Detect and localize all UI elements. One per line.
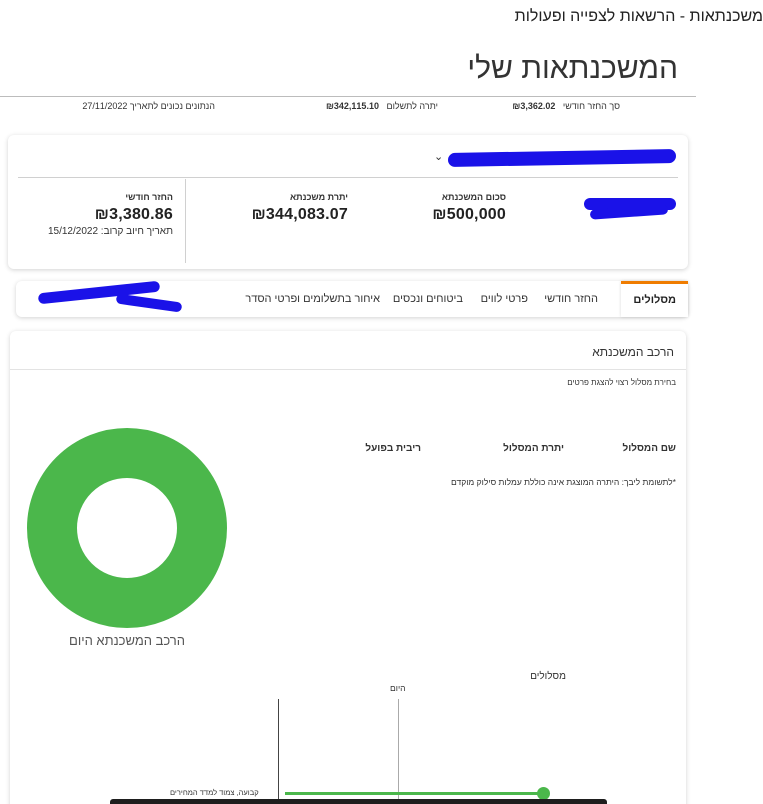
donut-caption: הרכב המשכנתא היום (69, 633, 185, 648)
loan-selector[interactable]: ⌄ (428, 141, 678, 171)
summary-balance-label: יתרה לתשלום (386, 101, 438, 111)
tracks-title: מסלולים (530, 671, 566, 682)
col-effective-rate: ריבית בפועל (365, 443, 421, 454)
composition-donut-chart[interactable] (27, 428, 227, 628)
summary-balance-value: ₪342,115.10 (325, 101, 379, 111)
col-track-name: שם המסלול (622, 443, 677, 454)
timeline-today-line (398, 699, 399, 804)
stat-remaining: יתרת משכנתא ₪344,083.07 (252, 192, 348, 224)
donut-segment-track[interactable] (27, 428, 227, 628)
tab-tracks[interactable]: מסלולים (621, 281, 688, 317)
summary-monthly-label: סך החזר חודשי (562, 101, 620, 111)
summary-balance: יתרה לתשלום ₪342,115.10 (326, 101, 438, 111)
track-timeline-bar[interactable] (285, 792, 547, 795)
track-row-label: קבועה, צמוד למדד המחירים (170, 788, 259, 797)
stat-monthly-label: החזר חודשי (125, 192, 173, 202)
stat-monthly: החזר חודשי ₪3,380.86 תאריך חיוב קרוב: 15… (48, 192, 173, 237)
summary-date-note: הנתונים נכונים לתאריך 27/11/2022 (82, 101, 215, 111)
window-title: משכנתאות - הרשאות לצפייה ופעולות (514, 8, 763, 25)
page-title: המשכנתאות שלי (467, 52, 678, 85)
stat-loan-amount-label: סכום המשכנתא (441, 192, 506, 202)
stat-remaining-label: יתרת משכנתא (289, 192, 348, 202)
today-label: היום (390, 683, 406, 693)
title-divider (0, 96, 696, 97)
loan-card-divider (18, 177, 678, 178)
stat-remaining-value: ₪344,083.07 (251, 206, 348, 223)
tab-borrowers[interactable]: פרטי לווים (481, 281, 528, 317)
redacted-tab-extra (115, 293, 183, 313)
timeline-start-line (278, 699, 279, 804)
col-track-balance: יתרת המסלול (503, 443, 564, 454)
section-divider (10, 369, 686, 370)
redacted-loan-name (448, 149, 676, 167)
bottom-overlay-bar (110, 799, 607, 804)
summary-monthly: סך החזר חודשי ₪3,362.02 (512, 101, 620, 111)
summary-bar: סך החזר חודשי ₪3,362.02 יתרה לתשלום ₪342… (0, 101, 690, 115)
tab-monthly-repayment[interactable]: החזר חודשי (544, 281, 598, 317)
summary-monthly-value: ₪3,362.02 (512, 101, 556, 111)
loan-card: ⌄ סכום המשכנתא ₪500,000 יתרת משכנתא ₪344… (8, 135, 688, 269)
chevron-down-icon[interactable]: ⌄ (434, 150, 443, 163)
tabs-bar: מסלולים החזר חודשי פרטי לווים ביטוחים ונ… (16, 280, 688, 317)
stat-monthly-value: ₪3,380.86 (94, 206, 173, 223)
tab-late-payments[interactable]: איחור בתשלומים ופרטי הסדר (245, 281, 380, 317)
stat-loan-amount: סכום המשכנתא ₪500,000 (432, 192, 506, 224)
select-track-hint: בחירת מסלול רצוי להצגת פרטים (567, 378, 676, 387)
stat-divider (185, 179, 186, 263)
stat-next-charge: תאריך חיוב קרוב: 15/12/2022 (47, 226, 173, 237)
balance-note: *לתשומת ליבך: היתרה המוצגת אינה כוללת עמ… (450, 477, 676, 487)
composition-card: הרכב המשכנתא בחירת מסלול רצוי להצגת פרטי… (10, 331, 686, 804)
stat-loan-amount-value: ₪500,000 (432, 206, 506, 223)
section-title: הרכב המשכנתא (592, 345, 674, 359)
tab-insurance-assets[interactable]: ביטוחים ונכסים (393, 281, 463, 317)
